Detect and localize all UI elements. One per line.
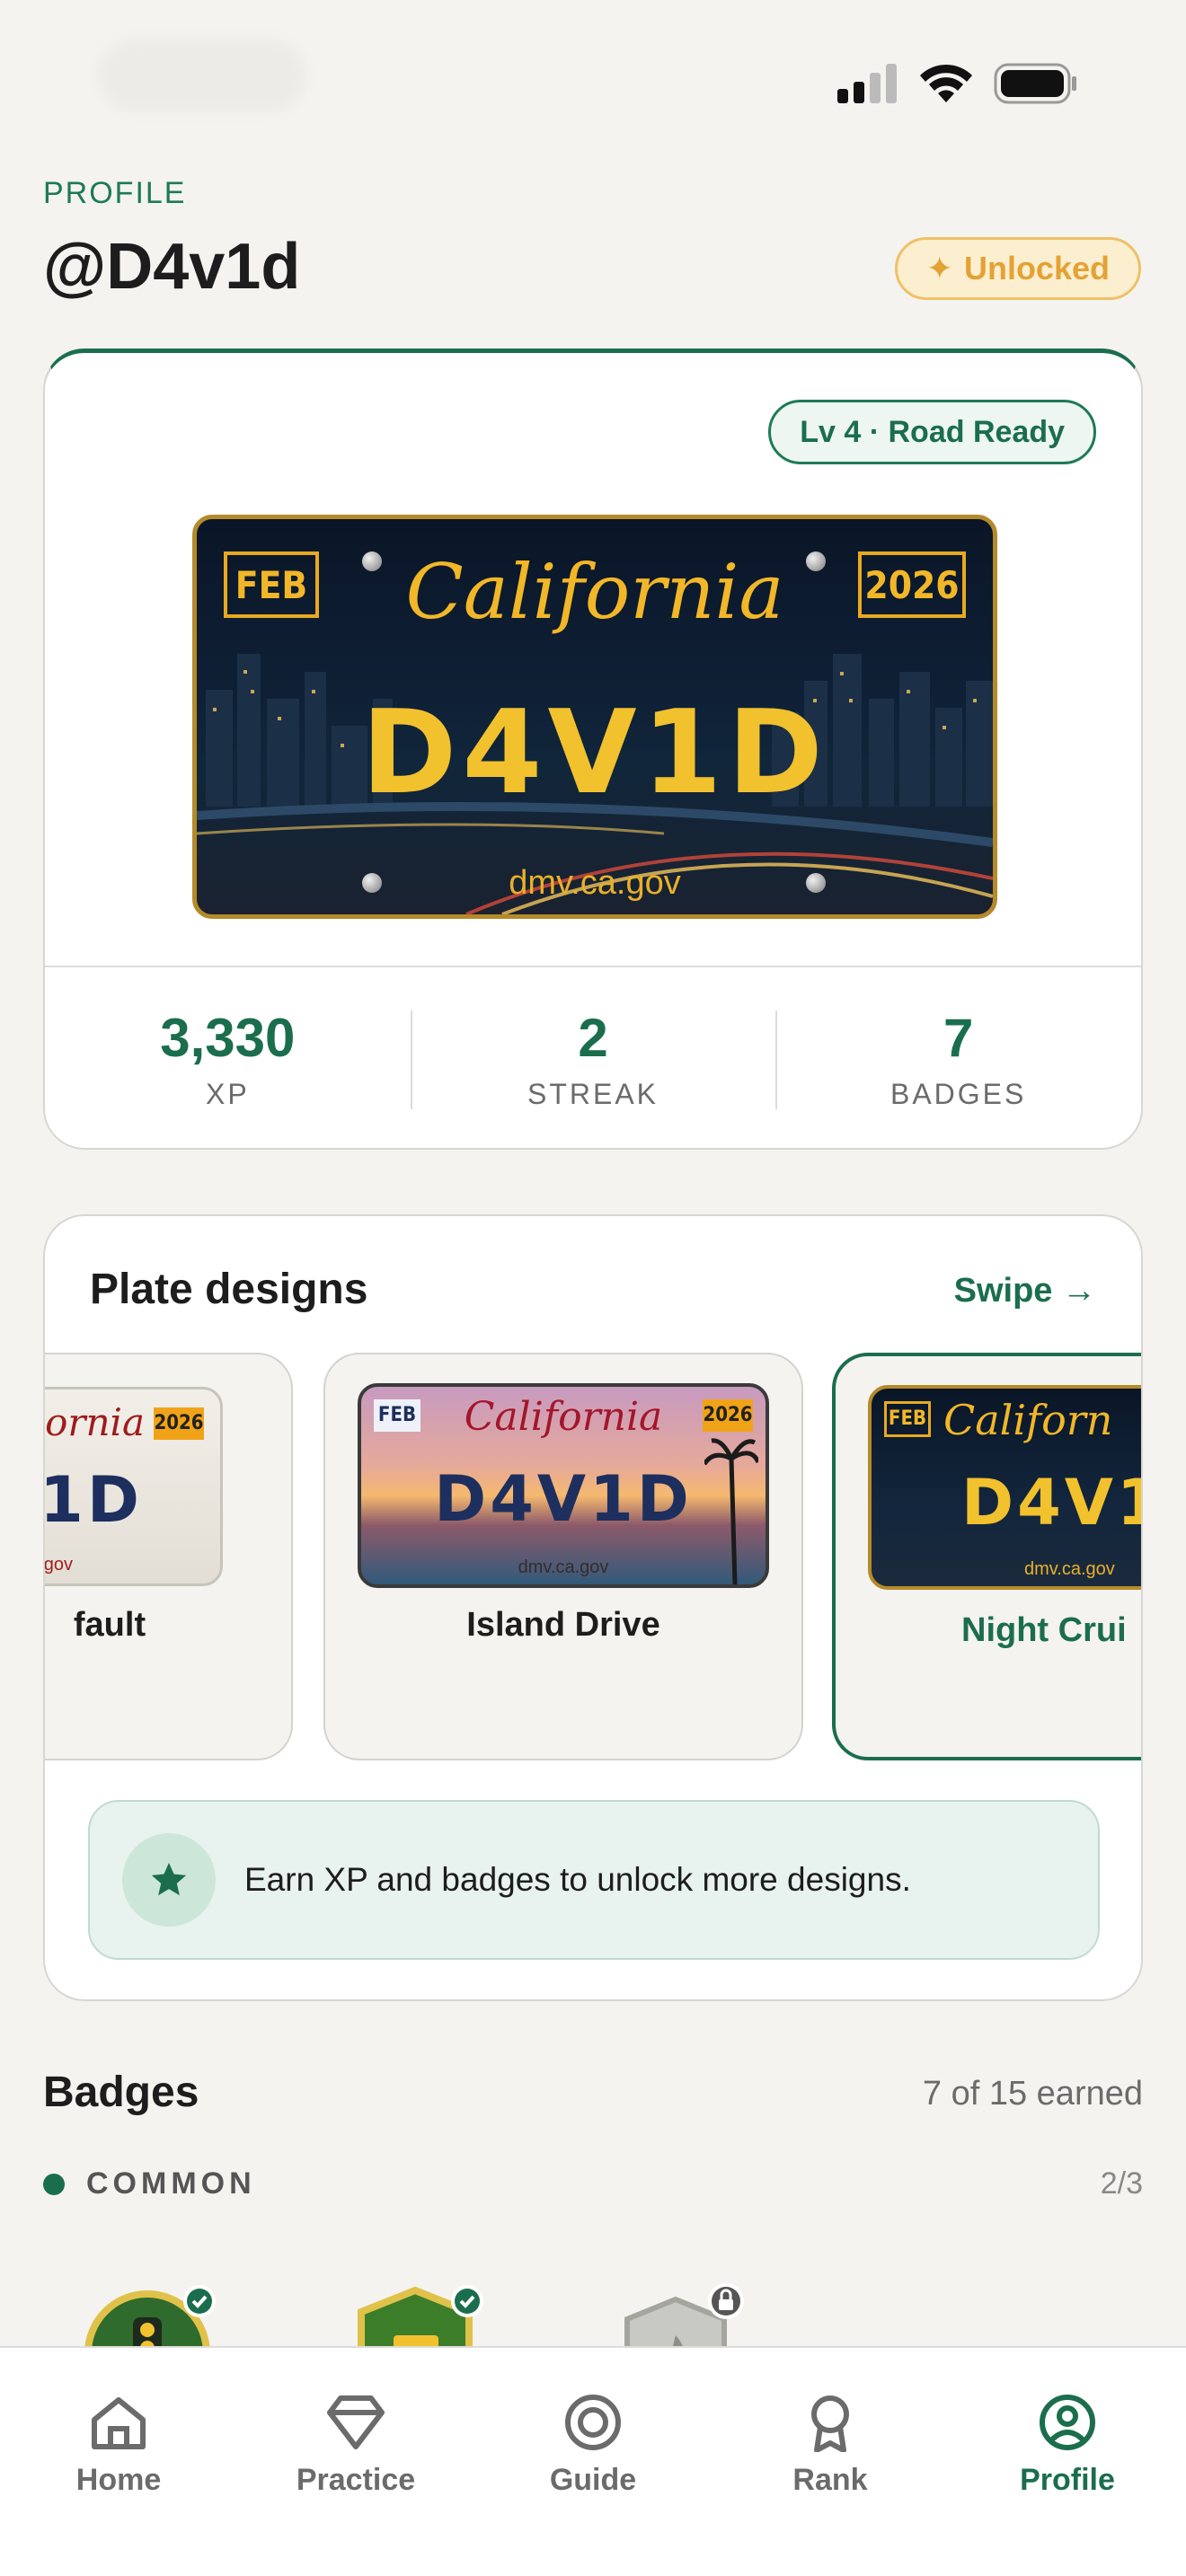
plate-number: D4V1	[961, 1466, 1141, 1539]
design-tile-label: Night Crui	[961, 1611, 1127, 1649]
badges-earned-count: 7 of 15 earned	[922, 2075, 1143, 2113]
plate-state: ornia	[45, 1400, 145, 1444]
plate-website: dmv.ca.gov	[1024, 1559, 1115, 1579]
nav-label: Rank	[792, 2463, 868, 2497]
nav-label: Home	[75, 2463, 162, 2497]
username-title: @D4v1d	[43, 231, 301, 303]
stat-value: 2	[578, 1008, 608, 1068]
plate-state: Californ	[943, 1396, 1113, 1444]
plate-bolt	[806, 873, 826, 893]
level-pill: Lv 4 · Road Ready	[768, 400, 1096, 464]
plate-website: .ca.gov	[43, 1555, 73, 1575]
tip-text: Earn XP and badges to unlock more design…	[244, 1861, 911, 1898]
design-tile-label: fault	[73, 1606, 146, 1644]
nav-practice[interactable]: Practice	[237, 2348, 474, 2576]
section-label: PROFILE	[43, 176, 187, 210]
plate-bolt	[806, 551, 826, 571]
design-tile-default[interactable]: ornia 2026 V1D .ca.gov fault	[43, 1353, 293, 1760]
star-icon	[122, 1833, 216, 1927]
stat-value: 7	[943, 1008, 974, 1068]
design-tile-label: Island Drive	[466, 1606, 660, 1644]
unlocked-badge[interactable]: ✦ Unlocked	[894, 237, 1141, 300]
status-bar-icons	[837, 63, 1078, 104]
plate-designs-title: Plate designs	[90, 1266, 368, 1313]
plate-year-tag: 2026	[154, 1407, 204, 1440]
wifi-icon	[920, 64, 972, 102]
nav-home[interactable]: Home	[0, 2348, 237, 2576]
unlocked-label: Unlocked	[963, 250, 1110, 287]
tier-label: COMMON	[86, 2166, 256, 2201]
home-icon	[92, 2397, 146, 2449]
stat-label: XP	[205, 1078, 250, 1110]
plate-state: California	[464, 1394, 663, 1440]
battery-icon	[994, 63, 1076, 104]
stat-streak: 2 STREAK	[410, 967, 776, 1148]
tier-dot	[43, 2174, 65, 2195]
nav-guide[interactable]: Guide	[474, 2348, 712, 2576]
tier-count: 2/3	[1100, 2166, 1143, 2201]
ribbon-icon	[811, 2395, 849, 2452]
nav-label: Practice	[296, 2463, 416, 2497]
plate-bolt	[362, 551, 382, 571]
nav-label: Profile	[1020, 2463, 1115, 2497]
badges-title: Badges	[43, 2069, 199, 2116]
design-plate-island-drive: FEB 2026 California D4V1D dmv.ca.gov	[358, 1383, 769, 1588]
plate-number: V1D	[43, 1463, 143, 1537]
stats-row: 3,330 XP 2 STREAK 7 BADGES	[45, 966, 1141, 1148]
design-plate-night-cruise: FEB Californ D4V1 dmv.ca.gov	[868, 1385, 1141, 1590]
plate-website: dmv.ca.gov	[509, 864, 681, 902]
design-plate-default: ornia 2026 V1D .ca.gov	[43, 1387, 223, 1586]
license-plate-preview: FEB 2026 California D4V1D dmv.ca.gov	[192, 515, 997, 919]
nav-rank[interactable]: Rank	[712, 2348, 949, 2576]
bottom-nav: Home Practice Guide Rank Profile	[0, 2346, 1186, 2576]
stat-label: STREAK	[527, 1078, 659, 1110]
stat-badges: 7 BADGES	[775, 967, 1141, 1148]
profile-icon	[1040, 2395, 1095, 2450]
plate-state: California	[405, 548, 784, 636]
plate-bolt	[362, 873, 382, 893]
design-tile-island-drive[interactable]: FEB 2026 California D4V1D dmv.ca.gov Isl…	[323, 1353, 803, 1760]
plate-number: D4V1D	[434, 1462, 693, 1536]
plate-website: dmv.ca.gov	[518, 1557, 609, 1577]
target-icon	[565, 2395, 621, 2450]
status-bar-time-blurred	[99, 40, 305, 111]
design-tile-night-cruise[interactable]: FEB Californ D4V1 dmv.ca.gov Night Crui	[832, 1353, 1141, 1760]
profile-hero-card: Lv 4 · Road Ready FEB 2026 California D4…	[43, 348, 1143, 1150]
plate-designs-card: Plate designs Swipe → ornia 2026 V1D .ca…	[43, 1214, 1143, 2001]
nav-label: Guide	[549, 2463, 637, 2497]
stat-label: BADGES	[890, 1078, 1027, 1110]
plate-month-tag: FEB	[884, 1401, 931, 1437]
signal-icon	[837, 64, 897, 103]
plate-number: D4V1D	[361, 686, 828, 820]
stat-value: 3,330	[160, 1008, 296, 1068]
nav-profile[interactable]: Profile	[949, 2348, 1186, 2576]
sparkle-icon: ✦	[925, 250, 953, 287]
swipe-link[interactable]: Swipe →	[954, 1272, 1096, 1310]
unlock-tip: Earn XP and badges to unlock more design…	[88, 1800, 1100, 1960]
diamond-icon	[327, 2395, 385, 2449]
stat-xp: 3,330 XP	[45, 967, 411, 1148]
